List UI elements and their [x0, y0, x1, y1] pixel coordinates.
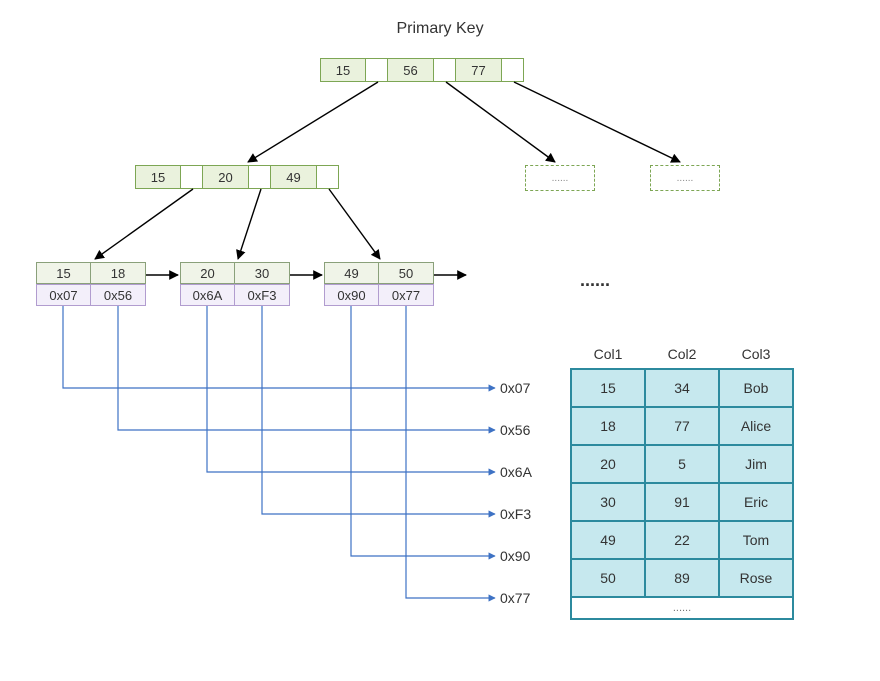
- table-more-row: ......: [571, 597, 793, 619]
- line-ptr-0x77: [406, 306, 495, 598]
- mid-node: 15 20 49: [135, 165, 339, 189]
- leaf-0: 15 18 0x07 0x56: [36, 262, 146, 306]
- table-row: 205Jim: [571, 445, 793, 483]
- mid-key-0: 15: [135, 165, 181, 189]
- line-ptr-0x07: [63, 306, 495, 388]
- mid-key-1: 20: [203, 165, 249, 189]
- addr-5: 0x77: [500, 590, 530, 606]
- col-header-1: Col2: [645, 340, 719, 369]
- root-node: 15 56 77: [320, 58, 524, 82]
- root-ptr-1: [434, 58, 456, 82]
- leaf1-key1: 30: [235, 262, 290, 284]
- addr-4: 0x90: [500, 548, 530, 564]
- root-ptr-0: [366, 58, 388, 82]
- col-header-2: Col3: [719, 340, 793, 369]
- arrow-mid-leaf2: [329, 189, 380, 259]
- leaf2-key0: 49: [324, 262, 379, 284]
- addr-0: 0x07: [500, 380, 530, 396]
- table-row: 3091Eric: [571, 483, 793, 521]
- line-ptr-0xF3: [262, 306, 495, 514]
- mid-ptr-1: [249, 165, 271, 189]
- table-row: 1877Alice: [571, 407, 793, 445]
- addr-2: 0x6A: [500, 464, 532, 480]
- leaf1-ptr1: 0xF3: [235, 284, 290, 306]
- leaf2-ptr1: 0x77: [379, 284, 434, 306]
- line-ptr-0x90: [351, 306, 495, 556]
- root-key-0: 15: [320, 58, 366, 82]
- mid-ptr-0: [181, 165, 203, 189]
- leaf1-ptr0: 0x6A: [180, 284, 235, 306]
- root-ptr-2: [502, 58, 524, 82]
- dashed-node-2: ......: [650, 165, 720, 191]
- leaf-ellipsis: ......: [580, 270, 610, 291]
- data-table: Col1 Col2 Col3 1534Bob 1877Alice 205Jim …: [570, 340, 794, 620]
- addr-1: 0x56: [500, 422, 530, 438]
- leaf0-key1: 18: [91, 262, 146, 284]
- leaf0-ptr0: 0x07: [36, 284, 91, 306]
- leaf-1: 20 30 0x6A 0xF3: [180, 262, 290, 306]
- leaf0-key0: 15: [36, 262, 91, 284]
- mid-key-2: 49: [271, 165, 317, 189]
- arrow-mid-leaf1: [238, 189, 261, 259]
- leaf0-ptr1: 0x56: [91, 284, 146, 306]
- arrow-root-dash2: [514, 82, 680, 162]
- root-key-2: 77: [456, 58, 502, 82]
- table-row: 5089Rose: [571, 559, 793, 597]
- leaf2-key1: 50: [379, 262, 434, 284]
- table-row: 4922Tom: [571, 521, 793, 559]
- diagram-title: Primary Key: [0, 20, 880, 38]
- line-ptr-0x56: [118, 306, 495, 430]
- arrow-mid-leaf0: [95, 189, 193, 259]
- leaf1-key0: 20: [180, 262, 235, 284]
- leaf2-ptr0: 0x90: [324, 284, 379, 306]
- col-header-0: Col1: [571, 340, 645, 369]
- table-row: 1534Bob: [571, 369, 793, 407]
- dashed-node-1: ......: [525, 165, 595, 191]
- root-key-1: 56: [388, 58, 434, 82]
- leaf-2: 49 50 0x90 0x77: [324, 262, 434, 306]
- mid-ptr-2: [317, 165, 339, 189]
- addr-3: 0xF3: [500, 506, 531, 522]
- arrow-root-mid: [248, 82, 378, 162]
- arrow-root-dash1: [446, 82, 555, 162]
- line-ptr-0x6A: [207, 306, 495, 472]
